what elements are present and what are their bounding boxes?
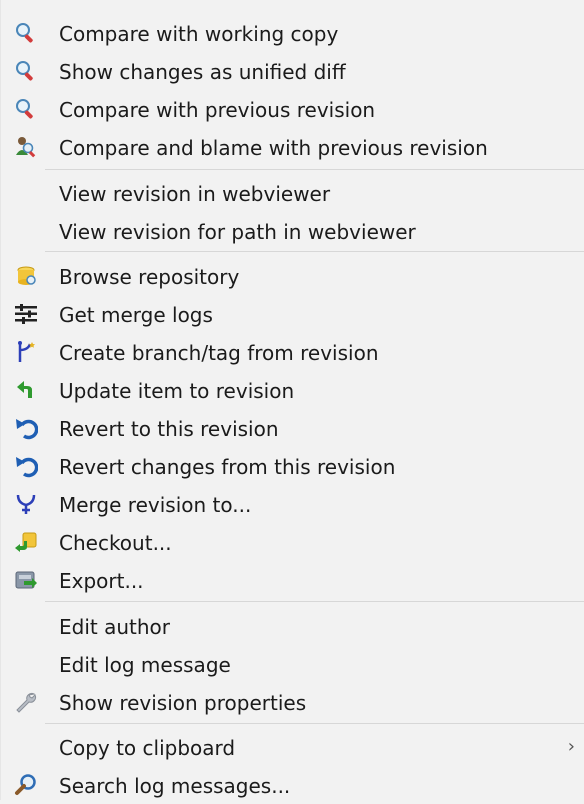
compare-previous-magnifier-icon	[13, 97, 39, 121]
menu-item-compare-with-working-copy[interactable]: Compare with working copy	[1, 14, 584, 52]
menu-separator	[45, 723, 584, 724]
diff-magnifier-icon	[13, 59, 39, 83]
update-arrow-icon	[13, 378, 39, 402]
menu-item-revert-to-this-revision[interactable]: Revert to this revision	[1, 409, 584, 447]
menu-item-create-branch-tag[interactable]: Create branch/tag from revision	[1, 333, 584, 371]
menu-item-get-merge-logs[interactable]: Get merge logs	[1, 295, 584, 333]
context-menu: Compare with working copy Show changes a…	[0, 0, 584, 800]
search-icon	[13, 773, 39, 797]
branch-tag-icon	[13, 340, 39, 364]
menu-item-edit-log-message[interactable]: Edit log message	[1, 645, 584, 683]
menu-item-label: Copy to clipboard	[59, 736, 236, 760]
menu-item-label: Edit author	[59, 615, 170, 639]
menu-item-show-unified-diff[interactable]: Show changes as unified diff	[1, 52, 584, 90]
menu-item-label: Search log messages...	[59, 774, 291, 798]
repository-browser-icon	[13, 264, 39, 288]
menu-item-label: Show revision properties	[59, 691, 307, 715]
revert-arrow-icon	[13, 416, 39, 440]
menu-item-label: Browse repository	[59, 265, 240, 289]
revert-changes-arrow-icon	[13, 454, 39, 478]
menu-item-compare-previous-revision[interactable]: Compare with previous revision	[1, 90, 584, 128]
menu-item-label: Compare and blame with previous revision	[59, 136, 488, 160]
menu-item-checkout[interactable]: Checkout...	[1, 523, 584, 561]
menu-item-show-revision-properties[interactable]: Show revision properties	[1, 683, 584, 721]
menu-item-label: Checkout...	[59, 531, 172, 555]
submenu-arrow-icon: ›	[567, 736, 575, 757]
menu-item-label: Revert changes from this revision	[59, 455, 396, 479]
merge-logs-icon	[13, 302, 39, 326]
menu-item-revert-changes[interactable]: Revert changes from this revision	[1, 447, 584, 485]
menu-item-view-revision-webviewer[interactable]: View revision in webviewer	[1, 174, 584, 212]
menu-item-label: Revert to this revision	[59, 417, 279, 441]
menu-item-label: Show changes as unified diff	[59, 60, 346, 84]
menu-item-label: Merge revision to...	[59, 493, 252, 517]
menu-item-label: Update item to revision	[59, 379, 295, 403]
menu-item-label: Export...	[59, 569, 144, 593]
menu-separator	[45, 169, 584, 170]
menu-item-copy-to-clipboard[interactable]: Copy to clipboard ›	[1, 728, 584, 766]
menu-item-label: View revision for path in webviewer	[59, 220, 416, 244]
menu-separator	[45, 601, 584, 602]
menu-item-update-item-to-revision[interactable]: Update item to revision	[1, 371, 584, 409]
menu-item-label: Edit log message	[59, 653, 231, 677]
blame-icon	[13, 135, 39, 159]
menu-item-edit-author[interactable]: Edit author	[1, 607, 584, 645]
export-icon	[13, 568, 39, 592]
menu-item-search-log-messages[interactable]: Search log messages...	[1, 766, 584, 804]
menu-separator	[45, 251, 584, 252]
menu-item-view-revision-path-webviewer[interactable]: View revision for path in webviewer	[1, 212, 584, 250]
wrench-icon	[13, 690, 39, 714]
menu-item-label: Create branch/tag from revision	[59, 341, 379, 365]
menu-item-label: Compare with working copy	[59, 22, 339, 46]
menu-item-merge-revision-to[interactable]: Merge revision to...	[1, 485, 584, 523]
menu-item-label: View revision in webviewer	[59, 182, 331, 206]
menu-item-compare-and-blame[interactable]: Compare and blame with previous revision	[1, 128, 584, 166]
merge-icon	[13, 492, 39, 516]
menu-item-browse-repository[interactable]: Browse repository	[1, 257, 584, 295]
compare-magnifier-icon	[13, 21, 39, 45]
checkout-icon	[13, 530, 39, 554]
menu-item-label: Compare with previous revision	[59, 98, 376, 122]
menu-item-label: Get merge logs	[59, 303, 213, 327]
menu-item-export[interactable]: Export...	[1, 561, 584, 599]
